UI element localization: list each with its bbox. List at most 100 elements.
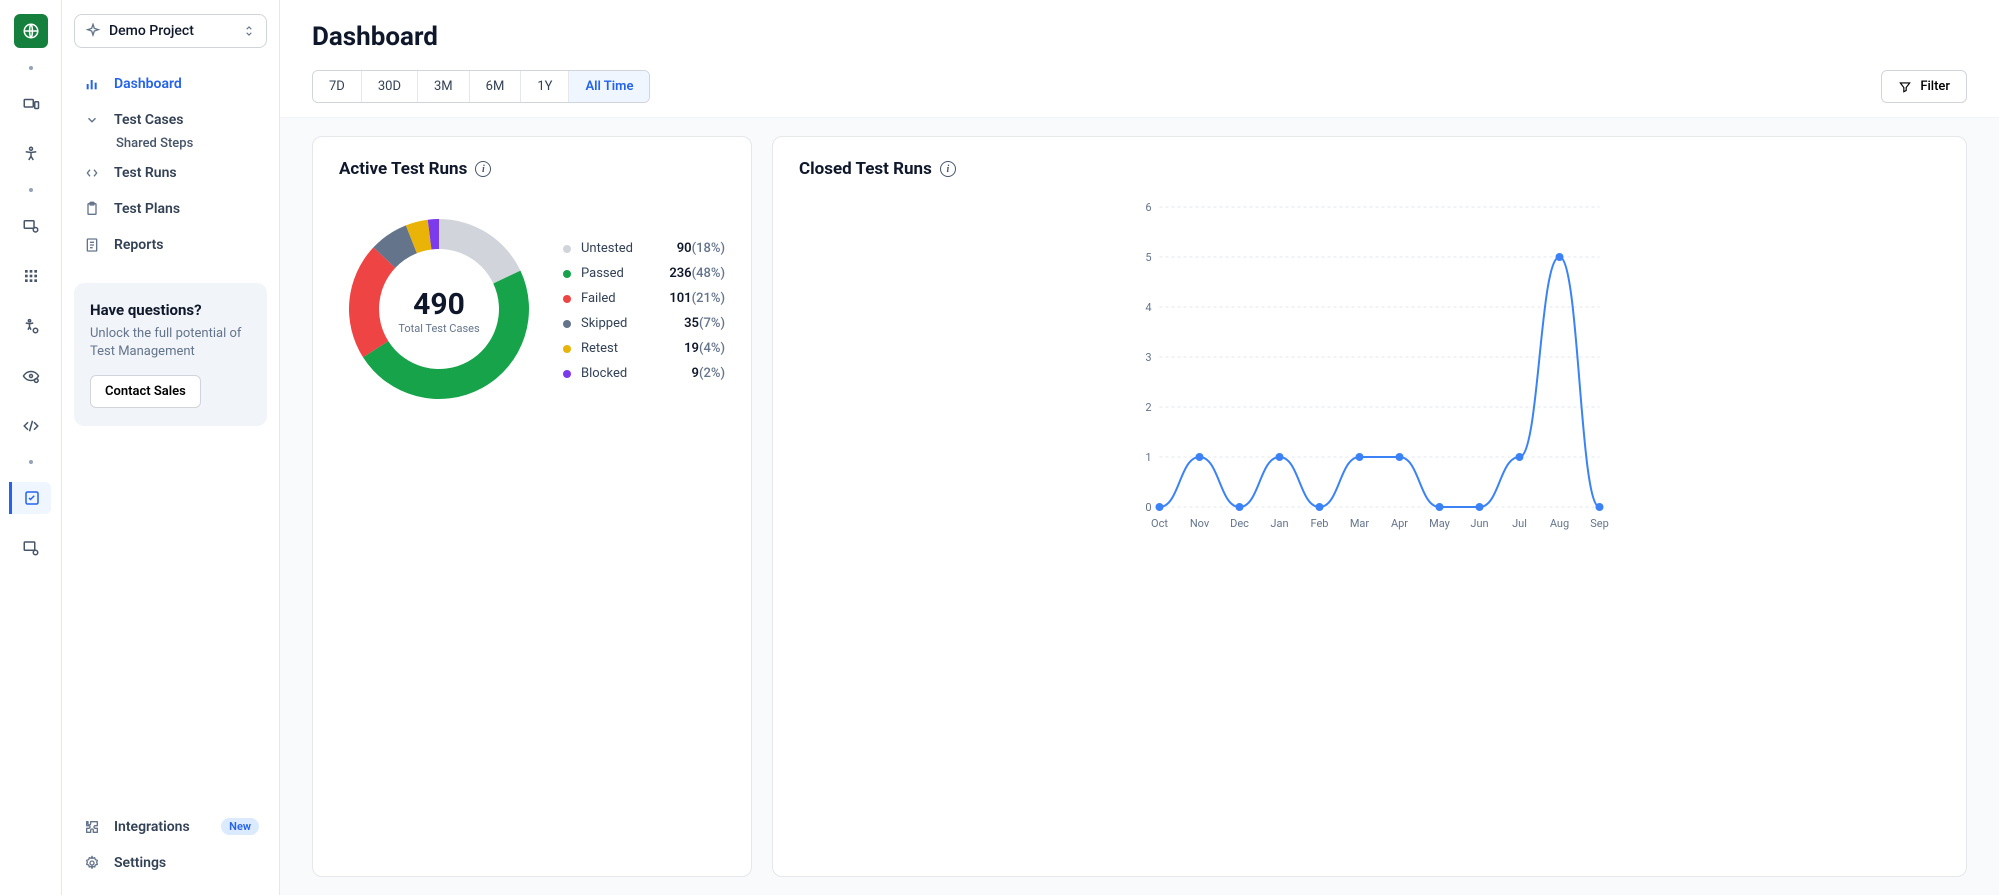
time-range-7d[interactable]: 7D (313, 71, 362, 102)
info-icon[interactable]: i (940, 161, 956, 177)
main: Dashboard 7D30D3M6M1YAll Time Filter Act… (280, 0, 1999, 895)
rail-accessibility-icon[interactable] (11, 138, 51, 170)
time-range-30d[interactable]: 30D (362, 71, 418, 102)
clipboard-icon (82, 201, 102, 217)
contact-sales-button[interactable]: Contact Sales (90, 375, 201, 408)
nav-test-plans[interactable]: Test Plans (74, 191, 267, 227)
icon-rail (0, 0, 62, 895)
svg-text:Jan: Jan (1270, 517, 1288, 530)
filter-button[interactable]: Filter (1881, 70, 1967, 103)
promo-title: Have questions? (90, 301, 251, 319)
legend-value: 35(7%) (684, 316, 725, 331)
legend-row: Failed 101(21%) (563, 291, 725, 306)
nav-label: Dashboard (114, 76, 182, 92)
page-title: Dashboard (312, 22, 1967, 52)
legend-dot (563, 320, 571, 328)
promo-body: Unlock the full potential of Test Manage… (90, 325, 251, 361)
time-range-segment: 7D30D3M6M1YAll Time (312, 70, 650, 103)
donut-total: 490 (413, 287, 465, 322)
rail-monitor-settings-icon[interactable] (11, 532, 51, 564)
donut-legend: Untested 90(18%) Passed 236(48%) Failed … (563, 241, 725, 381)
nav: Dashboard Test Cases Shared Steps Test R… (74, 66, 267, 263)
legend-row: Passed 236(48%) (563, 266, 725, 281)
rail-test-management-icon[interactable] (9, 482, 51, 514)
legend-value: 19(4%) (684, 341, 725, 356)
legend-value: 101(21%) (669, 291, 725, 306)
rail-devices-icon[interactable] (11, 88, 51, 120)
time-range-all-time[interactable]: All Time (569, 71, 649, 102)
app-logo[interactable] (14, 14, 48, 48)
chart-bar-icon (82, 76, 102, 92)
rail-device-settings-icon[interactable] (11, 210, 51, 242)
code-brackets-icon (82, 165, 102, 181)
nav-label: Test Runs (114, 165, 177, 181)
legend-name: Failed (581, 291, 616, 306)
nav-integrations[interactable]: Integrations New (74, 808, 267, 845)
svg-text:May: May (1429, 517, 1451, 530)
rail-code-icon[interactable] (11, 410, 51, 442)
rail-observability-icon[interactable] (11, 360, 51, 392)
project-selector[interactable]: Demo Project (74, 14, 267, 48)
chevron-updown-icon (242, 24, 256, 38)
puzzle-icon (82, 819, 102, 835)
nav-test-cases[interactable]: Test Cases (74, 102, 267, 138)
donut-total-label: Total Test Cases (398, 322, 479, 335)
legend-name: Passed (581, 266, 624, 281)
nav-label: Settings (114, 855, 166, 871)
nav-test-runs[interactable]: Test Runs (74, 155, 267, 191)
time-range-1y[interactable]: 1Y (521, 71, 569, 102)
svg-text:Dec: Dec (1230, 517, 1249, 530)
rail-grid-icon[interactable] (11, 260, 51, 292)
legend-name: Blocked (581, 366, 627, 381)
toolbar: 7D30D3M6M1YAll Time Filter (280, 62, 1999, 118)
document-icon (82, 237, 102, 253)
svg-text:2: 2 (1145, 401, 1151, 414)
time-range-3m[interactable]: 3M (418, 71, 470, 102)
nav-reports[interactable]: Reports (74, 227, 267, 263)
line-chart: 0123456OctNovDecJanFebMarAprMayJunJulAug… (799, 197, 1940, 537)
legend-dot (563, 370, 571, 378)
svg-text:Oct: Oct (1151, 517, 1168, 530)
filter-icon (1898, 80, 1912, 94)
svg-text:Jun: Jun (1470, 517, 1488, 530)
nav-label: Test Cases (114, 112, 183, 128)
new-badge: New (221, 818, 259, 835)
svg-text:Feb: Feb (1311, 517, 1329, 530)
svg-text:1: 1 (1145, 451, 1151, 464)
nav-label: Test Plans (114, 201, 180, 217)
legend-value: 236(48%) (669, 266, 725, 281)
legend-dot (563, 270, 571, 278)
rail-a11y-settings-icon[interactable] (11, 310, 51, 342)
main-header: Dashboard (280, 0, 1999, 62)
time-range-6m[interactable]: 6M (470, 71, 522, 102)
nav-settings[interactable]: Settings (74, 845, 267, 881)
project-name: Demo Project (109, 23, 234, 39)
svg-text:5: 5 (1145, 251, 1151, 264)
rail-separator (29, 460, 33, 464)
active-test-runs-card: Active Test Runs i 490 Total Test Cases … (312, 136, 752, 877)
svg-text:Sep: Sep (1590, 517, 1609, 530)
sparkle-icon (85, 23, 101, 39)
svg-text:Aug: Aug (1550, 517, 1569, 530)
nav-shared-steps[interactable]: Shared Steps (74, 136, 267, 151)
sidebar: Demo Project Dashboard Test Cases Shared… (62, 0, 280, 895)
legend-row: Blocked 9(2%) (563, 366, 725, 381)
gear-icon (82, 855, 102, 871)
info-icon[interactable]: i (475, 161, 491, 177)
legend-dot (563, 345, 571, 353)
legend-row: Skipped 35(7%) (563, 316, 725, 331)
rail-separator (29, 188, 33, 192)
nav-label: Integrations (114, 819, 190, 835)
panels: Active Test Runs i 490 Total Test Cases … (280, 118, 1999, 895)
filter-label: Filter (1920, 79, 1950, 94)
legend-name: Retest (581, 341, 618, 356)
legend-value: 9(2%) (692, 366, 725, 381)
svg-text:Nov: Nov (1190, 517, 1210, 530)
rail-separator (29, 66, 33, 70)
legend-name: Untested (581, 241, 633, 256)
card-title: Active Test Runs (339, 159, 467, 179)
bottom-nav: Integrations New Settings (74, 808, 267, 881)
nav-dashboard[interactable]: Dashboard (74, 66, 267, 102)
promo-box: Have questions? Unlock the full potentia… (74, 283, 267, 426)
svg-text:4: 4 (1145, 301, 1151, 314)
